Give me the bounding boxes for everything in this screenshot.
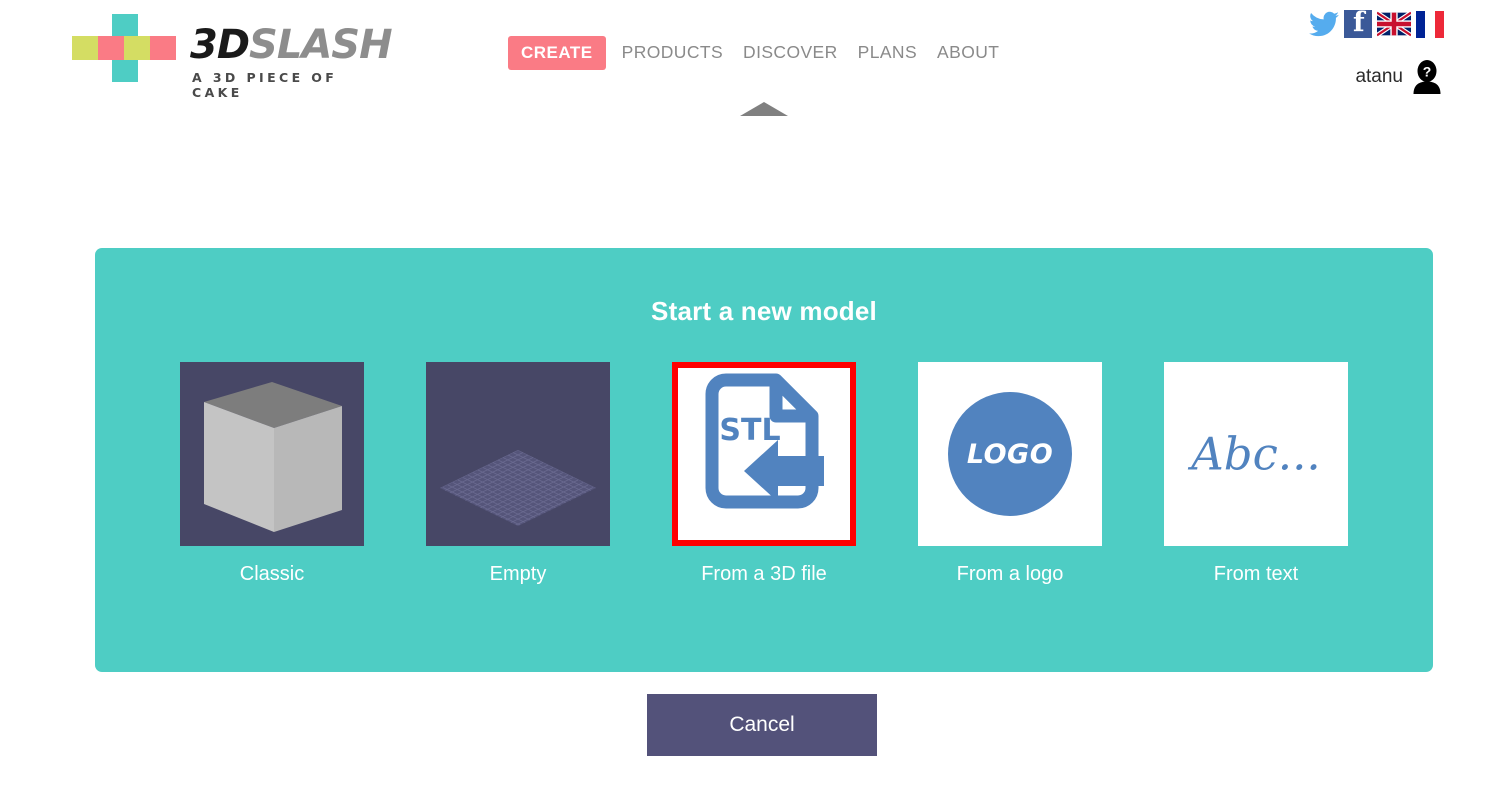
stl-file-thumbnail: STL bbox=[672, 362, 856, 546]
empty-thumbnail bbox=[426, 362, 610, 546]
tile-from-logo[interactable]: LOGO From a logo bbox=[918, 362, 1102, 586]
twitter-icon[interactable] bbox=[1309, 11, 1339, 37]
uk-flag-icon[interactable] bbox=[1377, 11, 1411, 37]
3d-cube-icon bbox=[204, 382, 342, 532]
tile-empty[interactable]: Empty bbox=[426, 362, 610, 586]
tile-from-text[interactable]: Abc... From text bbox=[1164, 362, 1348, 586]
main-navigation: CREATE PRODUCTS DISCOVER PLANS ABOUT bbox=[508, 36, 1019, 70]
stl-badge-text: STL bbox=[719, 413, 780, 448]
logo-square-top bbox=[112, 14, 138, 36]
tile-label-from-logo: From a logo bbox=[956, 563, 1064, 585]
nav-item-about[interactable]: ABOUT bbox=[937, 44, 999, 62]
logo-square-right bbox=[150, 36, 176, 60]
script-abc-text: Abc... bbox=[1191, 427, 1321, 481]
tile-label-classic: Classic bbox=[239, 563, 305, 585]
classic-thumbnail bbox=[180, 362, 364, 546]
logo-square-left bbox=[72, 36, 98, 60]
nav-item-create[interactable]: CREATE bbox=[508, 36, 606, 70]
facebook-icon[interactable] bbox=[1344, 7, 1372, 38]
panel-title: Start a new model bbox=[651, 296, 877, 326]
tile-classic[interactable]: Classic bbox=[180, 362, 364, 586]
logo-word-3d: 3D bbox=[190, 22, 250, 68]
social-and-language-row bbox=[1309, 7, 1444, 40]
avatar-icon[interactable]: ? bbox=[1412, 60, 1442, 94]
model-template-tiles: Classic Empty STL From a 3D file LOGO Fr… bbox=[95, 362, 1433, 586]
logo-square-bottom bbox=[112, 60, 138, 82]
nav-item-plans[interactable]: PLANS bbox=[858, 44, 917, 62]
tile-label-from-text: From text bbox=[1213, 563, 1299, 585]
logo-circle-shape: LOGO bbox=[948, 392, 1072, 516]
site-header: 3DSLASH A 3D PIECE OF CAKE CREATE PRODUC… bbox=[0, 0, 1490, 130]
tile-label-from-3d-file: From a 3D file bbox=[701, 563, 827, 585]
nav-active-caret-icon bbox=[740, 102, 788, 116]
baseplate-grid-icon bbox=[440, 450, 596, 526]
user-account-row[interactable]: atanu ? bbox=[1355, 60, 1442, 94]
svg-text:?: ? bbox=[1423, 64, 1432, 80]
logo-cross-icon bbox=[72, 14, 180, 82]
nav-item-discover[interactable]: DISCOVER bbox=[743, 44, 838, 62]
header-right-cluster: atanu ? bbox=[1234, 7, 1444, 98]
logo-badge-text: LOGO bbox=[966, 438, 1054, 470]
logo-thumbnail: LOGO bbox=[918, 362, 1102, 546]
logo-square-mid-left bbox=[98, 36, 124, 60]
france-flag-icon[interactable] bbox=[1416, 10, 1444, 38]
logo-wordmark: 3DSLASH bbox=[190, 22, 393, 68]
start-new-model-panel: Start a new model Classic Empty STL From… bbox=[95, 248, 1433, 672]
logo-word-slash: SLASH bbox=[249, 22, 393, 68]
brand-logo[interactable]: 3DSLASH A 3D PIECE OF CAKE bbox=[72, 14, 393, 100]
username-label[interactable]: atanu bbox=[1355, 66, 1403, 88]
logo-tagline: A 3D PIECE OF CAKE bbox=[192, 70, 338, 100]
nav-item-products[interactable]: PRODUCTS bbox=[622, 44, 723, 62]
tile-label-empty: Empty bbox=[489, 563, 547, 585]
cancel-button[interactable]: Cancel bbox=[647, 694, 877, 756]
tile-from-3d-file[interactable]: STL From a 3D file bbox=[672, 362, 856, 586]
logo-square-center bbox=[124, 36, 150, 60]
stl-file-import-icon: STL bbox=[705, 373, 824, 509]
text-thumbnail: Abc... bbox=[1164, 362, 1348, 546]
